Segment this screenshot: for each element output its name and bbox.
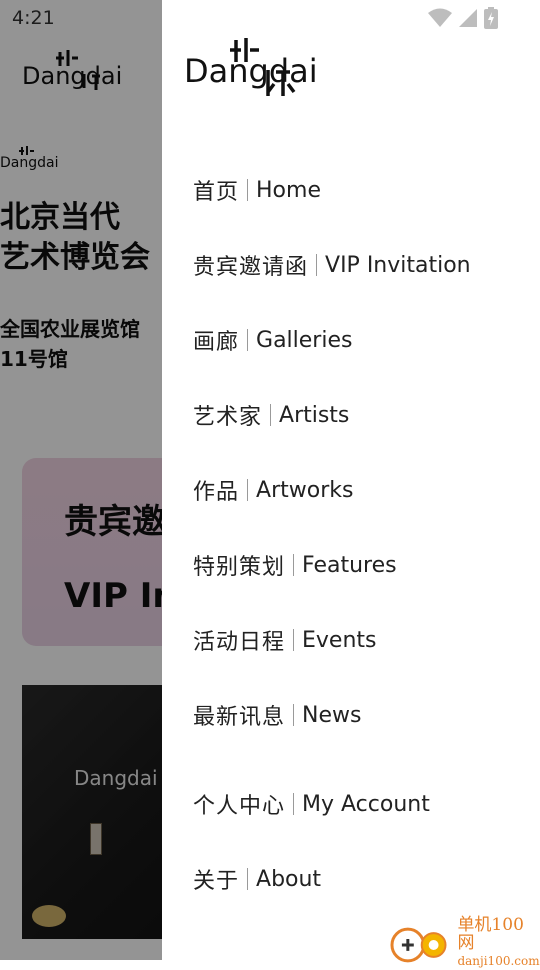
battery-charging-icon bbox=[484, 7, 498, 29]
menu-item-about-en: About bbox=[256, 866, 322, 892]
menu-item-home[interactable]: 首页 Home bbox=[193, 165, 321, 215]
menu-item-events[interactable]: 活动日程 Events bbox=[193, 615, 377, 665]
menu-separator bbox=[247, 329, 249, 351]
menu-separator bbox=[293, 629, 295, 651]
menu-separator bbox=[247, 179, 249, 201]
menu-separator bbox=[293, 704, 295, 726]
menu-item-home-cn: 首页 bbox=[193, 180, 240, 205]
menu-item-vip-invitation-en: VIP Invitation bbox=[325, 252, 471, 278]
menu-item-artists[interactable]: 艺术家 Artists bbox=[193, 390, 349, 440]
watermark-cn: 单机100网 bbox=[457, 915, 524, 953]
menu-separator bbox=[293, 554, 295, 576]
menu-item-features-cn: 特别策划 bbox=[193, 555, 286, 580]
menu-item-news[interactable]: 最新讯息 News bbox=[193, 690, 361, 740]
menu-item-about[interactable]: 关于 About bbox=[193, 854, 321, 904]
menu-item-news-cn: 最新讯息 bbox=[193, 705, 286, 730]
wifi-icon bbox=[428, 8, 452, 27]
menu-item-artworks[interactable]: 作品 Artworks bbox=[193, 465, 353, 515]
menu-item-my-account[interactable]: 个人中心 My Account bbox=[193, 779, 430, 829]
menu-item-galleries-en: Galleries bbox=[256, 327, 353, 353]
menu-item-galleries-cn: 画廊 bbox=[193, 330, 240, 355]
menu-item-features[interactable]: 特别策划 Features bbox=[193, 540, 397, 590]
menu-separator bbox=[247, 479, 249, 501]
menu-item-features-en: Features bbox=[302, 552, 397, 578]
drawer-logo-text: Dangdai bbox=[184, 52, 318, 90]
navigation-drawer: Dangdai 首页 Home 贵宾邀请函 VIP Invitation 画廊 Gal… bbox=[162, 0, 540, 960]
menu-item-galleries[interactable]: 画廊 Galleries bbox=[193, 315, 352, 365]
drawer-dangdai-logo[interactable]: Dangdai bbox=[184, 36, 338, 100]
menu-item-home-en: Home bbox=[256, 177, 321, 203]
watermark-en: danji100.com bbox=[457, 954, 540, 968]
menu-item-artists-en: Artists bbox=[279, 402, 350, 428]
watermark-logo-icon bbox=[390, 927, 447, 963]
menu-separator bbox=[270, 404, 272, 426]
cellular-signal-icon bbox=[459, 9, 477, 27]
status-icons bbox=[428, 7, 498, 29]
menu-item-artworks-en: Artworks bbox=[256, 477, 354, 503]
menu-item-vip-invitation[interactable]: 贵宾邀请函 VIP Invitation bbox=[193, 240, 471, 290]
menu-item-about-cn: 关于 bbox=[193, 869, 240, 894]
menu-item-my-account-en: My Account bbox=[302, 791, 430, 817]
menu-item-my-account-cn: 个人中心 bbox=[193, 794, 286, 819]
menu-item-artworks-cn: 作品 bbox=[193, 480, 240, 505]
menu-item-artists-cn: 艺术家 bbox=[193, 405, 263, 430]
menu-item-events-en: Events bbox=[302, 627, 377, 653]
menu-item-events-cn: 活动日程 bbox=[193, 630, 286, 655]
menu-separator bbox=[316, 254, 318, 276]
menu-separator bbox=[247, 868, 249, 890]
menu-item-news-en: News bbox=[302, 702, 362, 728]
menu-separator bbox=[293, 793, 295, 815]
menu-item-vip-invitation-cn: 贵宾邀请函 bbox=[193, 255, 309, 280]
site-watermark: 单机100网 danji100.com bbox=[390, 916, 540, 970]
